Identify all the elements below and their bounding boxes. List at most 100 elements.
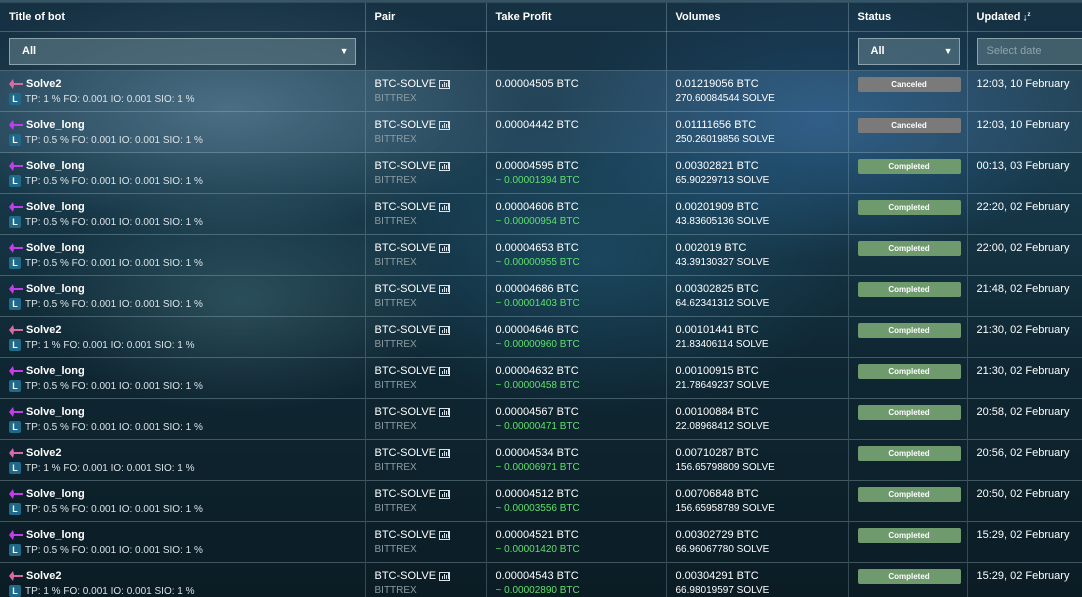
bot-title[interactable]: Solve_long (9, 529, 365, 541)
table-row[interactable]: Solve_long L TP: 0.5 % FO: 0.001 IO: 0.0… (0, 398, 1082, 440)
table-row[interactable]: Solve_long L TP: 0.5 % FO: 0.001 IO: 0.0… (0, 152, 1082, 194)
updated-cell: 00:13, 03 February (967, 152, 1082, 194)
table-row[interactable]: Solve2 L TP: 1 % FO: 0.001 IO: 0.001 SIO… (0, 316, 1082, 358)
chart-icon[interactable] (439, 325, 451, 335)
bot-title[interactable]: Solve_long (9, 160, 365, 172)
status-filter-cell: All ▼ (848, 31, 968, 71)
volume-btc: 0.002019 BTC (675, 242, 747, 254)
take-profit-cell: 0.00004567 BTC ~ 0.00000471 BTC (486, 398, 667, 440)
title-filter-select[interactable]: All ▼ (9, 37, 356, 65)
long-badge: L (9, 134, 21, 146)
bot-arrow-icon (9, 325, 23, 335)
take-profit-cell: 0.00004505 BTC (486, 70, 667, 112)
bot-title[interactable]: Solve2 (9, 324, 365, 336)
pair-cell: BTC-SOLVE BITTREX (365, 439, 487, 481)
pair-name: BTC-SOLVE (375, 365, 486, 377)
status-badge: Completed (857, 487, 961, 502)
status-cell: Completed (848, 562, 968, 597)
status-cell: Canceled (848, 70, 968, 112)
header-take-profit[interactable]: Take Profit (486, 0, 667, 32)
take-profit-cell: 0.00004595 BTC ~ 0.00001394 BTC (486, 152, 667, 194)
header-updated[interactable]: Updated ↓z (967, 0, 1082, 32)
updated-time: 12:03, 10 February (976, 119, 1070, 131)
bot-title[interactable]: Solve_long (9, 406, 365, 418)
bot-cell: Solve_long L TP: 0.5 % FO: 0.001 IO: 0.0… (0, 234, 366, 276)
updated-cell: 12:03, 10 February (967, 111, 1082, 153)
bot-title[interactable]: Solve_long (9, 242, 365, 254)
profit-value: ~ 0.00000960 BTC (495, 339, 580, 350)
pair-filter-cell (365, 31, 487, 71)
bot-title[interactable]: Solve2 (9, 570, 365, 582)
chart-icon[interactable] (439, 489, 451, 499)
header-pair[interactable]: Pair (365, 0, 487, 32)
long-badge: L (9, 216, 21, 228)
bot-params: L TP: 0.5 % FO: 0.001 IO: 0.001 SIO: 1 % (9, 257, 365, 269)
table-row[interactable]: Solve_long L TP: 0.5 % FO: 0.001 IO: 0.0… (0, 521, 1082, 563)
chart-icon[interactable] (439, 202, 451, 212)
updated-time: 21:48, 02 February (976, 283, 1070, 295)
bot-title[interactable]: Solve_long (9, 201, 365, 213)
chart-icon[interactable] (439, 571, 451, 581)
header-title[interactable]: Title of bot (0, 0, 366, 32)
bot-arrow-icon (9, 161, 23, 171)
volume-solve: 156.65958789 SOLVE (675, 503, 775, 514)
status-cell: Completed (848, 193, 968, 235)
status-cell: Completed (848, 357, 968, 399)
take-profit-cell: 0.00004543 BTC ~ 0.00002890 BTC (486, 562, 667, 597)
table-row[interactable]: Solve_long L TP: 0.5 % FO: 0.001 IO: 0.0… (0, 480, 1082, 522)
table-row[interactable]: Solve_long L TP: 0.5 % FO: 0.001 IO: 0.0… (0, 275, 1082, 317)
header-status[interactable]: Status (848, 0, 968, 32)
bot-title[interactable]: Solve2 (9, 78, 365, 90)
take-profit-price: 0.00004442 BTC (495, 119, 579, 131)
volume-btc: 0.00302821 BTC (675, 160, 759, 172)
bot-title[interactable]: Solve_long (9, 119, 365, 131)
take-profit-price: 0.00004534 BTC (495, 447, 579, 459)
table-row[interactable]: Solve_long L TP: 0.5 % FO: 0.001 IO: 0.0… (0, 193, 1082, 235)
bot-title[interactable]: Solve2 (9, 447, 365, 459)
table-row[interactable]: Solve2 L TP: 1 % FO: 0.001 IO: 0.001 SIO… (0, 70, 1082, 112)
bot-arrow-icon (9, 489, 23, 499)
updated-time: 20:56, 02 February (976, 447, 1070, 459)
long-badge: L (9, 585, 21, 597)
take-profit-cell: 0.00004534 BTC ~ 0.00006971 BTC (486, 439, 667, 481)
chart-icon[interactable] (439, 79, 451, 89)
take-profit-cell: 0.00004512 BTC ~ 0.00003556 BTC (486, 480, 667, 522)
updated-cell: 20:50, 02 February (967, 480, 1082, 522)
status-filter-select[interactable]: All ▼ (857, 37, 960, 65)
table-row[interactable]: Solve_long L TP: 0.5 % FO: 0.001 IO: 0.0… (0, 234, 1082, 276)
bot-arrow-icon (9, 448, 23, 458)
bot-arrow-icon (9, 407, 23, 417)
chart-icon[interactable] (439, 161, 451, 171)
chart-icon[interactable] (439, 284, 451, 294)
take-profit-price: 0.00004686 BTC (495, 283, 579, 295)
chart-icon[interactable] (439, 530, 451, 540)
pair-name: BTC-SOLVE (375, 201, 486, 213)
volume-btc: 0.01111656 BTC (675, 119, 757, 131)
pair-name: BTC-SOLVE (375, 78, 486, 90)
bot-cell: Solve_long L TP: 0.5 % FO: 0.001 IO: 0.0… (0, 193, 366, 235)
volumes-filter-cell (666, 31, 849, 71)
table-row[interactable]: Solve2 L TP: 1 % FO: 0.001 IO: 0.001 SIO… (0, 562, 1082, 597)
caret-down-icon: ▼ (943, 46, 953, 56)
table-row[interactable]: Solve2 L TP: 1 % FO: 0.001 IO: 0.001 SIO… (0, 439, 1082, 481)
header-volumes[interactable]: Volumes (666, 0, 849, 32)
bot-title[interactable]: Solve_long (9, 488, 365, 500)
bot-params: L TP: 1 % FO: 0.001 IO: 0.001 SIO: 1 % (9, 462, 365, 474)
table-row[interactable]: Solve_long L TP: 0.5 % FO: 0.001 IO: 0.0… (0, 111, 1082, 153)
chart-icon[interactable] (439, 366, 451, 376)
bot-title[interactable]: Solve_long (9, 365, 365, 377)
volume-btc: 0.00100884 BTC (675, 406, 759, 418)
chart-icon[interactable] (439, 120, 451, 130)
bot-params: L TP: 1 % FO: 0.001 IO: 0.001 SIO: 1 % (9, 93, 365, 105)
profit-value: ~ 0.00000471 BTC (495, 421, 580, 432)
chart-icon[interactable] (439, 448, 451, 458)
bot-cell: Solve_long L TP: 0.5 % FO: 0.001 IO: 0.0… (0, 357, 366, 399)
volumes-cell: 0.00100884 BTC 22.08968412 SOLVE (666, 398, 849, 440)
chart-icon[interactable] (439, 407, 451, 417)
table-row[interactable]: Solve_long L TP: 0.5 % FO: 0.001 IO: 0.0… (0, 357, 1082, 399)
status-badge: Completed (857, 364, 961, 379)
sort-desc-icon[interactable]: ↓z (1023, 12, 1031, 23)
bot-title[interactable]: Solve_long (9, 283, 365, 295)
chart-icon[interactable] (439, 243, 451, 253)
date-filter-input[interactable]: Select date (976, 37, 1082, 65)
